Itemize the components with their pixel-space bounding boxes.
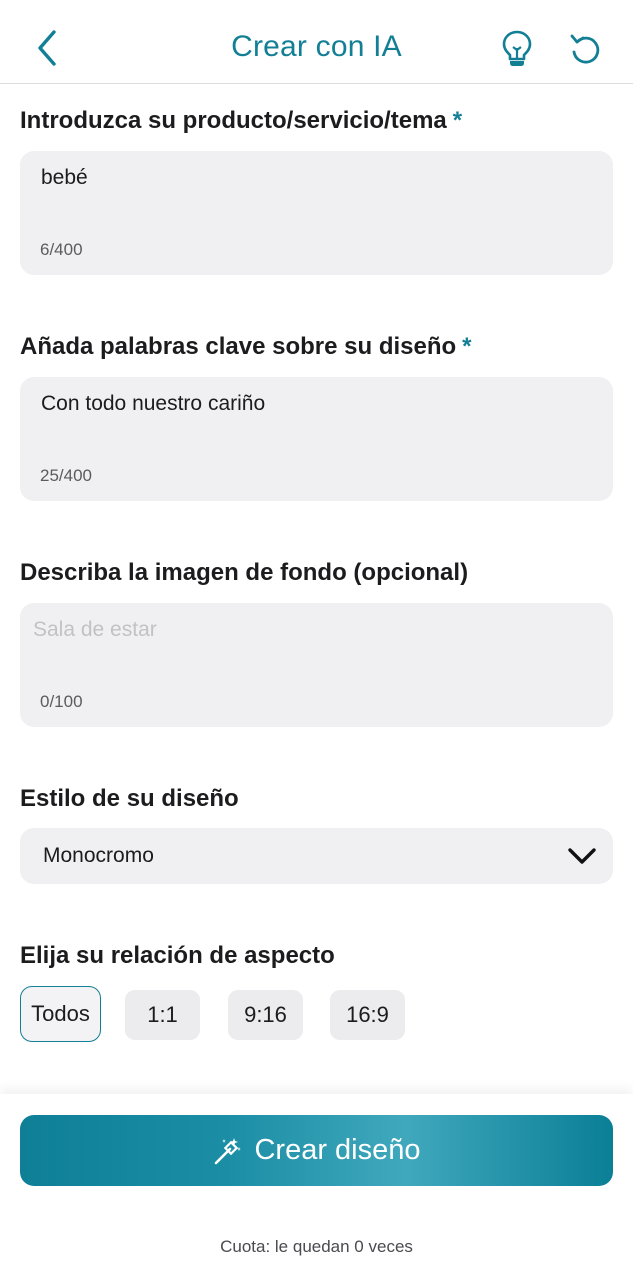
rotate-ccw-icon bbox=[570, 34, 600, 64]
quota-text: Cuota: le quedan 0 veces bbox=[220, 1237, 413, 1256]
reset-button[interactable] bbox=[566, 30, 604, 68]
style-value: Monocromo bbox=[43, 844, 154, 867]
create-design-label: Crear diseño bbox=[254, 1134, 421, 1166]
background-placeholder: Sala de estar bbox=[33, 618, 157, 641]
create-design-button[interactable]: Crear diseño bbox=[20, 1115, 613, 1186]
keywords-field[interactable]: Con todo nuestro cariño 25/400 bbox=[20, 377, 613, 501]
keywords-label-text: Añada palabras clave sobre su diseño bbox=[20, 333, 457, 360]
required-mark: * bbox=[452, 107, 463, 134]
keywords-counter: 25/400 bbox=[40, 466, 92, 485]
bottom-bar: Crear diseño Cuota: le quedan 0 veces bbox=[0, 1094, 633, 1280]
aspect-option-16-9[interactable]: 16:9 bbox=[330, 990, 405, 1040]
background-label: Describa la imagen de fondo (opcional) bbox=[20, 559, 469, 586]
aspect-label: Elija su relación de aspecto bbox=[20, 942, 335, 969]
aspect-option-9-16[interactable]: 9:16 bbox=[228, 990, 303, 1040]
product-label-text: Introduzca su producto/servicio/tema bbox=[20, 107, 447, 134]
product-label: Introduzca su producto/servicio/tema * bbox=[20, 107, 462, 135]
background-field[interactable]: Sala de estar 0/100 bbox=[20, 603, 613, 727]
style-label: Estilo de su diseño bbox=[20, 785, 239, 812]
aspect-option-todos[interactable]: Todos bbox=[20, 986, 101, 1042]
product-field[interactable]: bebé 6/400 bbox=[20, 151, 613, 275]
chevron-down-icon bbox=[568, 848, 596, 864]
lightbulb-icon bbox=[502, 30, 532, 66]
keywords-value: Con todo nuestro cariño bbox=[41, 392, 266, 415]
page-title: Crear con IA bbox=[231, 30, 402, 63]
tips-button[interactable] bbox=[498, 28, 536, 70]
keywords-label: Añada palabras clave sobre su diseño * bbox=[20, 333, 472, 361]
product-value: bebé bbox=[41, 166, 88, 189]
product-counter: 6/400 bbox=[40, 240, 83, 259]
background-counter: 0/100 bbox=[40, 692, 83, 711]
app-header: Crear con IA bbox=[0, 0, 633, 84]
aspect-option-1-1[interactable]: 1:1 bbox=[125, 990, 200, 1040]
style-select[interactable]: Monocromo bbox=[20, 828, 613, 884]
required-mark: * bbox=[462, 333, 472, 360]
magic-wand-icon bbox=[215, 1137, 242, 1164]
